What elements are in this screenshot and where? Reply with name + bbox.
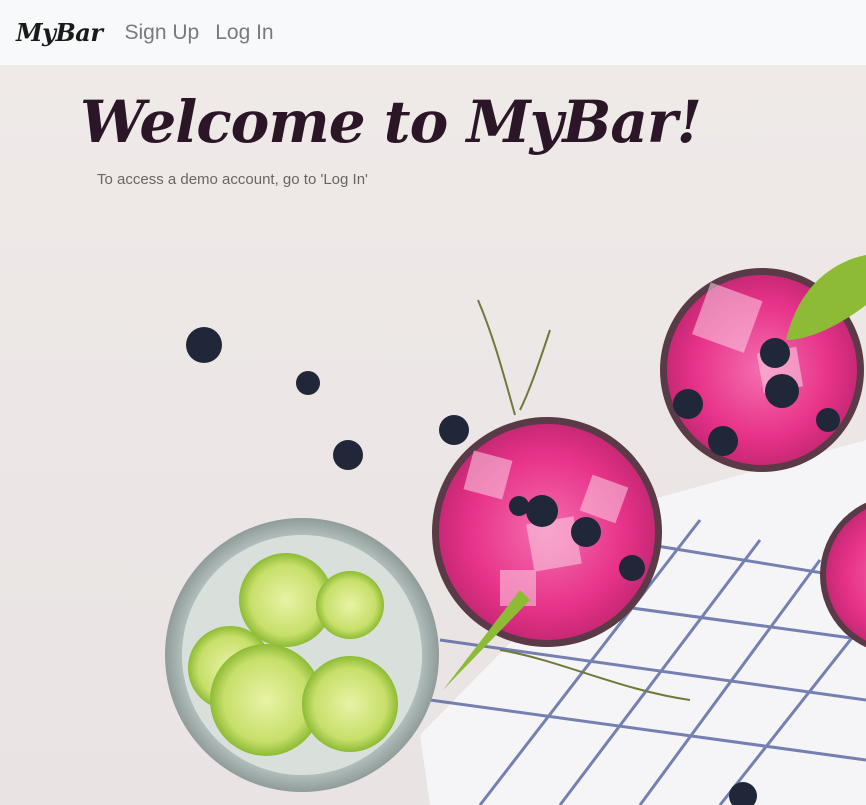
lime-bowl: [165, 518, 439, 792]
brand-logo-link[interactable]: MyBar: [16, 18, 103, 47]
page-title: Welcome to MyBar!: [80, 88, 702, 156]
page-subtitle: To access a demo account, go to 'Log In': [97, 171, 368, 188]
sign-up-link[interactable]: Sign Up: [125, 21, 200, 45]
hero-section: Welcome to MyBar! To access a demo accou…: [0, 65, 866, 805]
navbar: MyBar Sign Up Log In: [0, 0, 866, 65]
pink-drink-glass: [660, 255, 866, 472]
log-in-link[interactable]: Log In: [215, 21, 273, 45]
